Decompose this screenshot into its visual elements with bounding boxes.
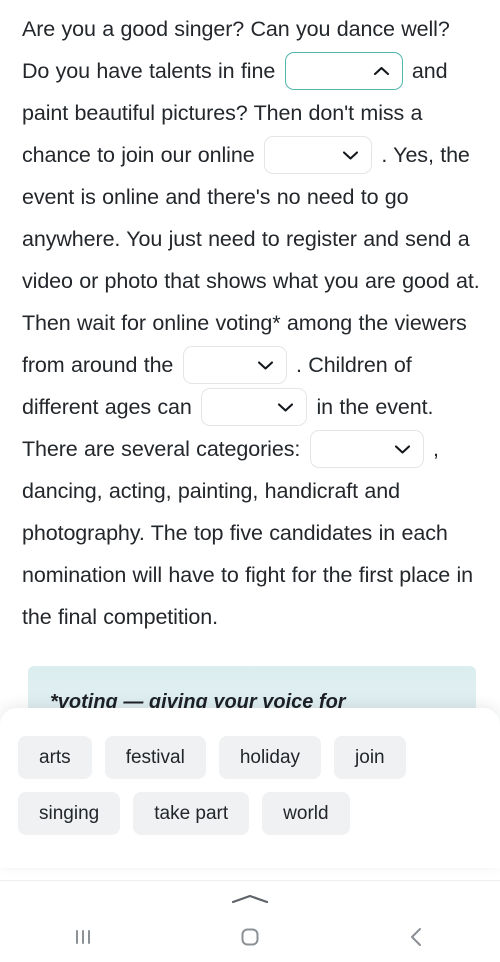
word-suggestion-panel: arts festival holiday join singing take …	[0, 708, 500, 868]
gap-dropdown-4[interactable]	[201, 388, 308, 427]
suggestion-chip-holiday[interactable]: holiday	[218, 736, 322, 779]
exercise-text-body: Are you a good singer? Can you dance wel…	[0, 0, 500, 638]
gap-dropdown-1[interactable]	[284, 52, 403, 91]
suggestion-row-1: arts festival holiday join	[18, 736, 482, 779]
suggestion-chip-take-part[interactable]: take part	[133, 792, 250, 835]
gap-dropdown-2[interactable]	[263, 136, 372, 175]
chevron-up-icon[interactable]	[227, 891, 273, 907]
gap-dropdown-3[interactable]	[182, 346, 287, 385]
home-icon[interactable]	[167, 915, 334, 959]
chevron-up-icon	[372, 65, 391, 77]
suggestion-row-2: singing take part world	[18, 792, 482, 835]
exercise-screen: Are you a good singer? Can you dance wel…	[0, 0, 500, 962]
back-icon[interactable]	[333, 915, 500, 959]
android-navigation-bar	[0, 880, 500, 962]
suggestion-chip-world[interactable]: world	[262, 792, 350, 835]
suggestion-chip-arts[interactable]: arts	[18, 736, 92, 779]
chevron-down-icon	[256, 359, 275, 371]
suggestion-chip-singing[interactable]: singing	[18, 792, 121, 835]
nav-button-group	[0, 915, 500, 959]
recents-icon[interactable]	[0, 915, 167, 959]
suggestion-chip-join[interactable]: join	[334, 736, 406, 779]
suggestion-chip-festival[interactable]: festival	[104, 736, 206, 779]
exercise-sentence-3: . Yes, the event is online and there's n…	[22, 143, 480, 377]
chevron-down-icon	[276, 401, 295, 413]
chevron-down-icon	[341, 149, 360, 161]
chevron-down-icon	[393, 443, 412, 455]
gap-dropdown-5[interactable]	[309, 430, 424, 469]
